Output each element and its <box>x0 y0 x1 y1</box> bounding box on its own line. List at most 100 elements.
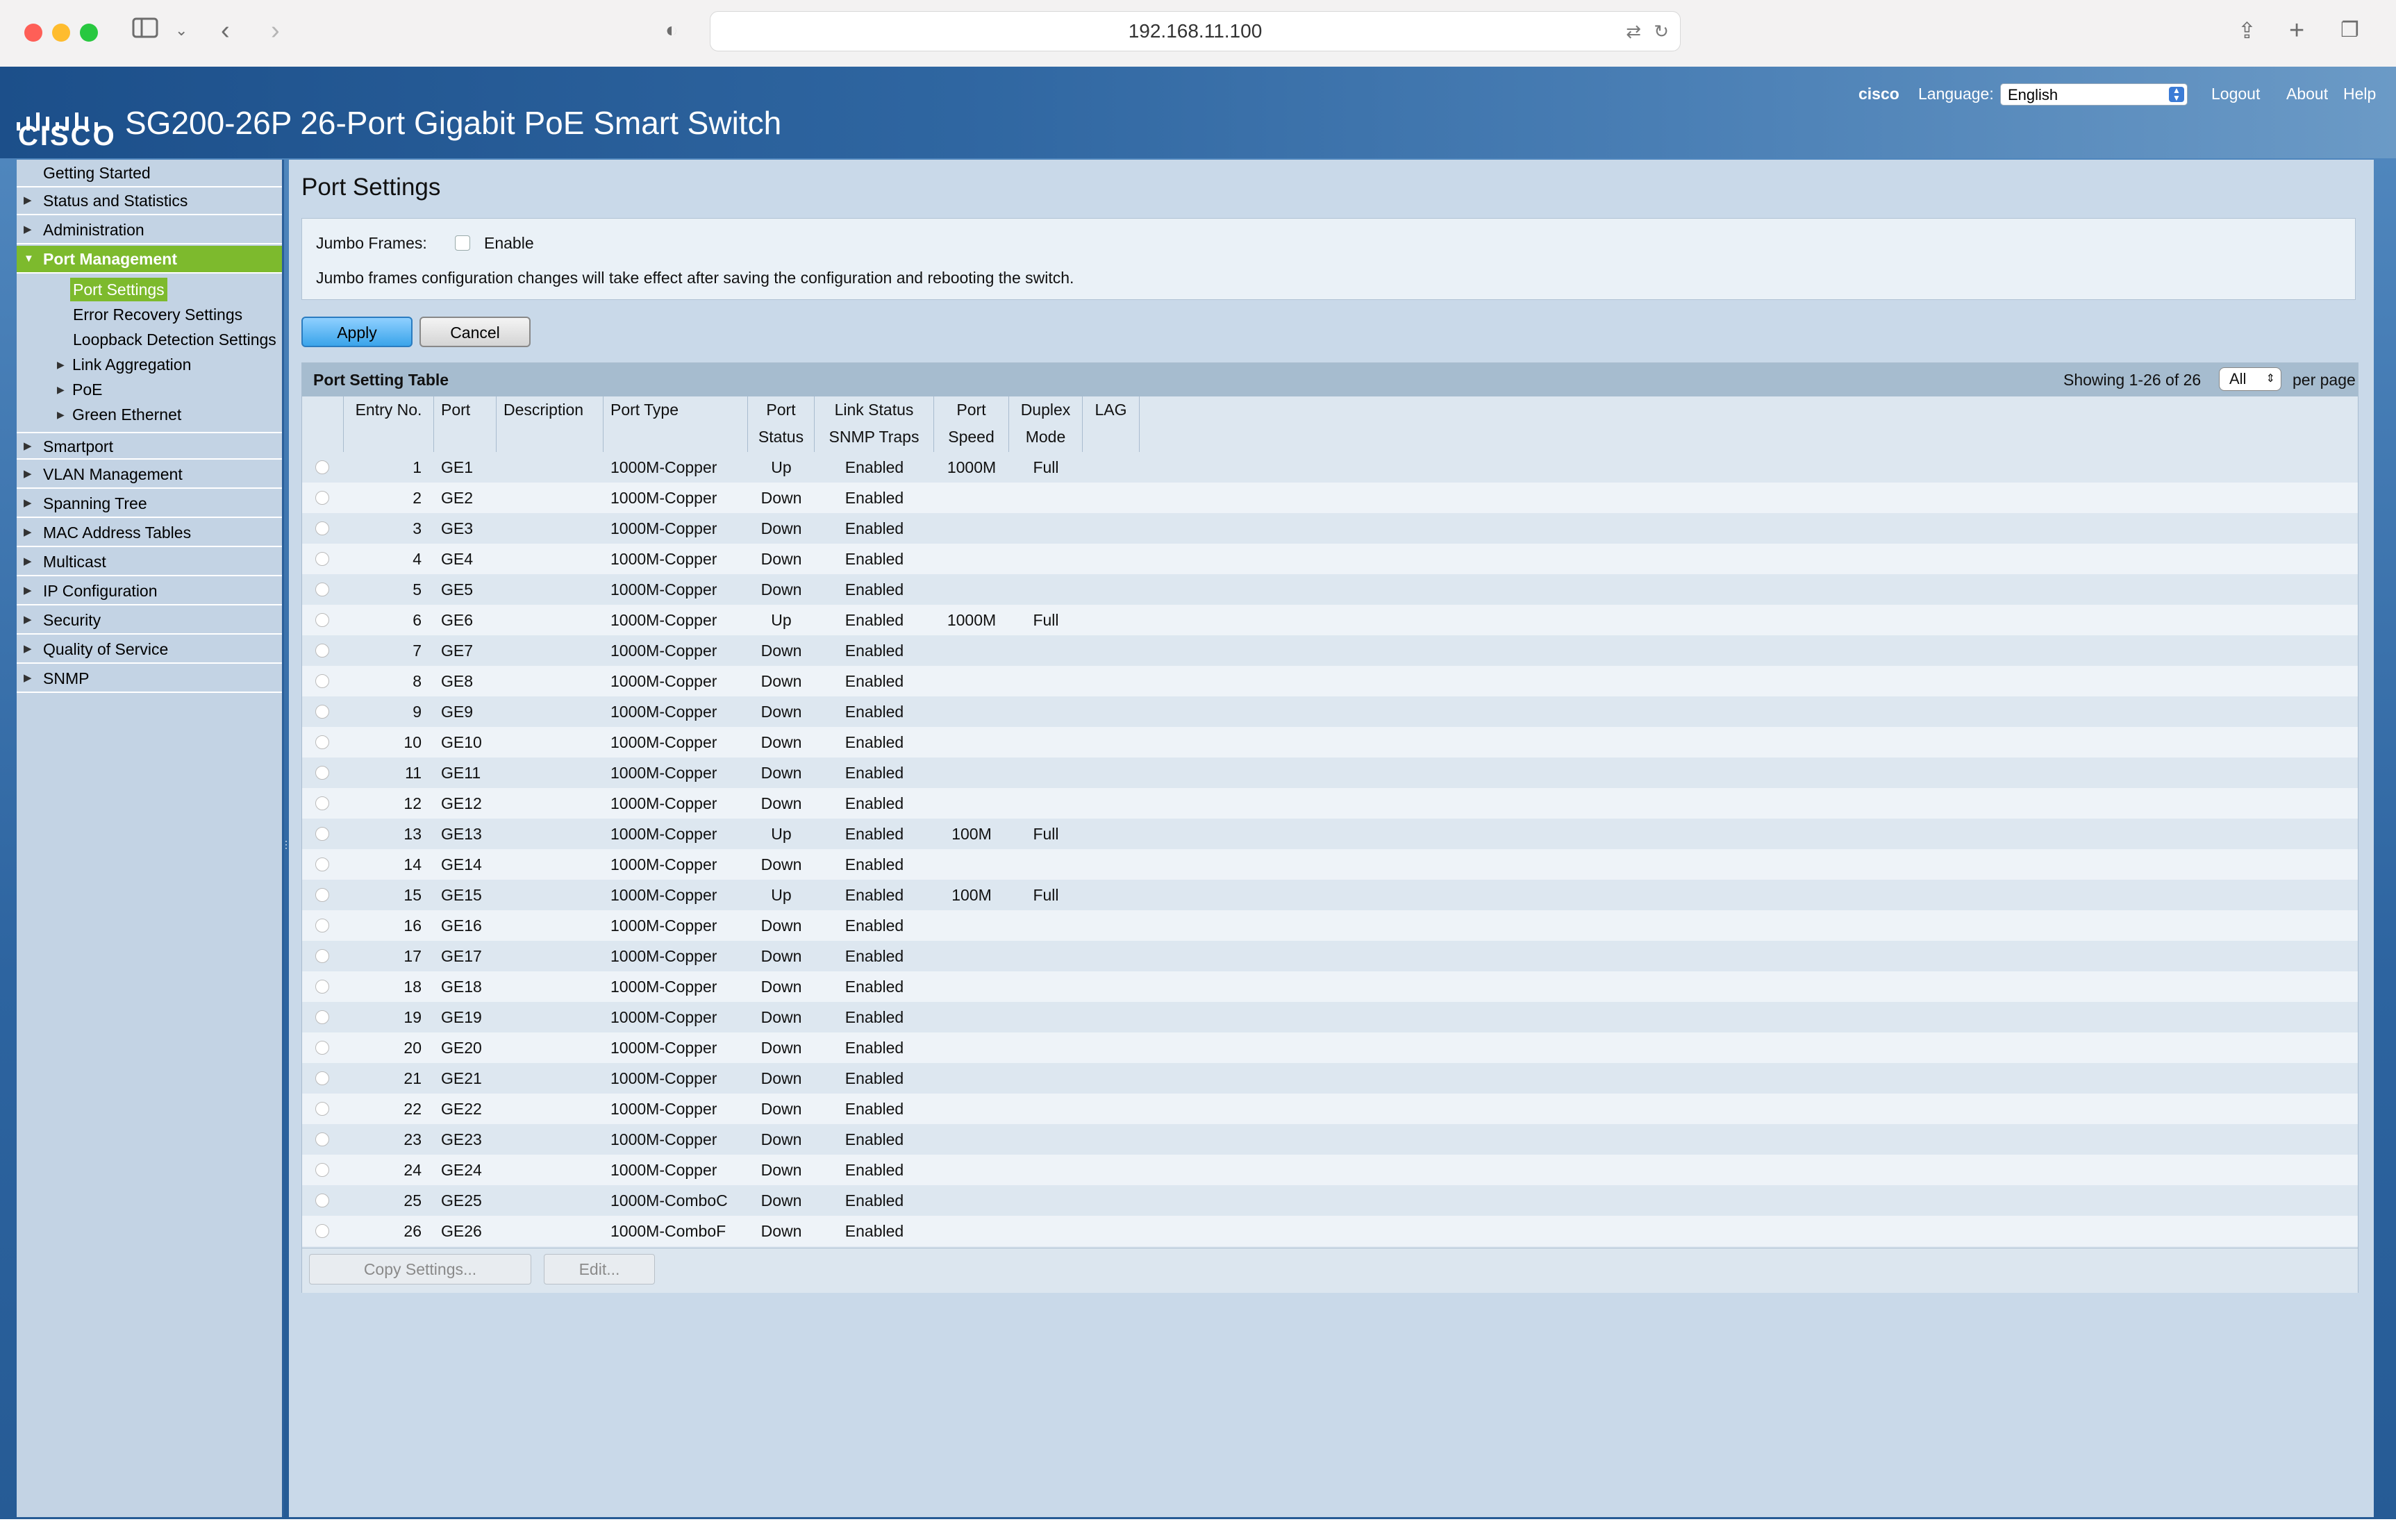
chevron-down-icon[interactable]: ⌄ <box>175 15 188 46</box>
table-row[interactable]: 9 GE9 1000M-Copper Down Enabled <box>302 696 2358 727</box>
row-select-radio[interactable] <box>315 857 329 871</box>
row-select-radio[interactable] <box>315 980 329 994</box>
sidebar-sub-loopback-detection[interactable]: Loopback Detection Settings <box>73 328 276 351</box>
sidebar-item-snmp[interactable]: ▶ SNMP <box>17 665 282 693</box>
table-row[interactable]: 11 GE11 1000M-Copper Down Enabled <box>302 758 2358 788</box>
row-select-radio[interactable] <box>315 1132 329 1146</box>
table-row[interactable]: 16 GE16 1000M-Copper Down Enabled <box>302 910 2358 941</box>
table-row[interactable]: 17 GE17 1000M-Copper Down Enabled <box>302 941 2358 971</box>
row-select-radio[interactable] <box>315 644 329 658</box>
row-select-radio[interactable] <box>315 674 329 688</box>
translate-icon[interactable]: ⇄ <box>1626 12 1641 51</box>
cell-entry: 12 <box>404 794 422 812</box>
row-select-radio[interactable] <box>315 766 329 780</box>
sidebar-toggle-icon[interactable] <box>132 15 160 46</box>
cancel-button[interactable]: Cancel <box>419 317 531 347</box>
row-select-radio[interactable] <box>315 949 329 963</box>
table-row[interactable]: 18 GE18 1000M-Copper Down Enabled <box>302 971 2358 1002</box>
cell-port: GE16 <box>441 917 482 935</box>
row-select-radio[interactable] <box>315 1071 329 1085</box>
jumbo-frames-checkbox[interactable] <box>455 235 470 251</box>
share-icon[interactable]: ⇪ <box>2238 15 2256 46</box>
row-select-radio[interactable] <box>315 460 329 474</box>
sidebar-item-status-statistics[interactable]: ▶ Status and Statistics <box>17 187 282 215</box>
table-row[interactable]: 3 GE3 1000M-Copper Down Enabled <box>302 513 2358 544</box>
apply-button[interactable]: Apply <box>301 317 413 347</box>
copy-settings-button[interactable]: Copy Settings... <box>309 1254 531 1284</box>
sidebar-item-mac-address-tables[interactable]: ▶ MAC Address Tables <box>17 519 282 547</box>
table-row[interactable]: 6 GE6 1000M-Copper Up Enabled 1000M Full <box>302 605 2358 635</box>
row-select-radio[interactable] <box>315 1194 329 1207</box>
table-row[interactable]: 10 GE10 1000M-Copper Down Enabled <box>302 727 2358 758</box>
row-select-radio[interactable] <box>315 1224 329 1238</box>
minimize-window-button[interactable] <box>52 24 70 42</box>
help-link[interactable]: Help <box>2343 85 2376 103</box>
row-select-radio[interactable] <box>315 1041 329 1055</box>
zoom-window-button[interactable] <box>80 24 98 42</box>
row-select-radio[interactable] <box>315 919 329 932</box>
sidebar-sub-port-settings[interactable]: Port Settings <box>70 278 167 301</box>
table-row[interactable]: 21 GE21 1000M-Copper Down Enabled <box>302 1063 2358 1094</box>
table-row[interactable]: 24 GE24 1000M-Copper Down Enabled <box>302 1155 2358 1185</box>
new-tab-icon[interactable]: + <box>2289 15 2304 46</box>
reload-icon[interactable]: ↻ <box>1654 12 1669 51</box>
sidebar-item-security[interactable]: ▶ Security <box>17 607 282 635</box>
close-window-button[interactable] <box>24 24 42 42</box>
row-select-radio[interactable] <box>315 552 329 566</box>
privacy-shield-icon[interactable]: ◐ <box>665 15 678 46</box>
about-link[interactable]: About <box>2286 85 2328 103</box>
row-select-radio[interactable] <box>315 1102 329 1116</box>
row-select-radio[interactable] <box>315 888 329 902</box>
sidebar-item-spanning-tree[interactable]: ▶ Spanning Tree <box>17 490 282 518</box>
table-row[interactable]: 7 GE7 1000M-Copper Down Enabled <box>302 635 2358 666</box>
sidebar-sub-link-aggregation[interactable]: ▶ Link Aggregation <box>57 353 191 376</box>
table-row[interactable]: 13 GE13 1000M-Copper Up Enabled 100M Full <box>302 819 2358 849</box>
sidebar-item-getting-started[interactable]: Getting Started <box>17 160 282 187</box>
tab-overview-icon[interactable]: ❐ <box>2340 15 2359 46</box>
sidebar-item-ip-configuration[interactable]: ▶ IP Configuration <box>17 578 282 605</box>
row-select-radio[interactable] <box>315 521 329 535</box>
table-row[interactable]: 25 GE25 1000M-ComboC Down Enabled <box>302 1185 2358 1216</box>
table-row[interactable]: 1 GE1 1000M-Copper Up Enabled 1000M Full <box>302 452 2358 483</box>
sidebar-item-administration[interactable]: ▶ Administration <box>17 217 282 244</box>
table-row[interactable]: 20 GE20 1000M-Copper Down Enabled <box>302 1032 2358 1063</box>
sidebar-item-multicast[interactable]: ▶ Multicast <box>17 549 282 576</box>
row-select-radio[interactable] <box>315 827 329 841</box>
forward-icon[interactable]: › <box>271 15 280 46</box>
back-icon[interactable]: ‹ <box>221 15 230 46</box>
row-select-radio[interactable] <box>315 796 329 810</box>
table-row[interactable]: 19 GE19 1000M-Copper Down Enabled <box>302 1002 2358 1032</box>
row-select-radio[interactable] <box>315 613 329 627</box>
row-select-radio[interactable] <box>315 491 329 505</box>
sidebar-item-smartport[interactable]: ▶ Smartport <box>17 432 282 460</box>
table-row[interactable]: 5 GE5 1000M-Copper Down Enabled <box>302 574 2358 605</box>
table-row[interactable]: 8 GE8 1000M-Copper Down Enabled <box>302 666 2358 696</box>
cell-type: 1000M-Copper <box>610 825 717 843</box>
row-select-radio[interactable] <box>315 735 329 749</box>
edit-button[interactable]: Edit... <box>544 1254 655 1284</box>
sidebar-item-vlan-management[interactable]: ▶ VLAN Management <box>17 461 282 489</box>
language-select[interactable]: English ▲ ▼ <box>2000 83 2188 106</box>
table-row[interactable]: 15 GE15 1000M-Copper Up Enabled 100M Full <box>302 880 2358 910</box>
table-row[interactable]: 14 GE14 1000M-Copper Down Enabled <box>302 849 2358 880</box>
row-select-radio[interactable] <box>315 1163 329 1177</box>
table-row[interactable]: 12 GE12 1000M-Copper Down Enabled <box>302 788 2358 819</box>
per-page-select[interactable]: All ⇕ <box>2219 367 2281 391</box>
row-select-radio[interactable] <box>315 583 329 596</box>
table-row[interactable]: 2 GE2 1000M-Copper Down Enabled <box>302 483 2358 513</box>
sidebar-sub-green-ethernet[interactable]: ▶ Green Ethernet <box>57 403 181 426</box>
table-row[interactable]: 4 GE4 1000M-Copper Down Enabled <box>302 544 2358 574</box>
address-bar[interactable]: 192.168.11.100 ⇄ ↻ <box>710 11 1681 51</box>
sidebar-sub-poe[interactable]: ▶ PoE <box>57 378 102 401</box>
sidebar-resize-handle[interactable]: ⋮ <box>281 839 291 860</box>
cell-speed: 1000M <box>947 458 997 476</box>
row-select-radio[interactable] <box>315 705 329 719</box>
sidebar-item-quality-of-service[interactable]: ▶ Quality of Service <box>17 636 282 664</box>
logout-link[interactable]: Logout <box>2211 85 2260 103</box>
row-select-radio[interactable] <box>315 1010 329 1024</box>
sidebar-item-port-management[interactable]: ▼ Port Management <box>17 246 282 274</box>
sidebar-sub-error-recovery[interactable]: Error Recovery Settings <box>73 303 242 326</box>
table-row[interactable]: 23 GE23 1000M-Copper Down Enabled <box>302 1124 2358 1155</box>
table-row[interactable]: 22 GE22 1000M-Copper Down Enabled <box>302 1094 2358 1124</box>
table-row[interactable]: 26 GE26 1000M-ComboF Down Enabled <box>302 1216 2358 1246</box>
